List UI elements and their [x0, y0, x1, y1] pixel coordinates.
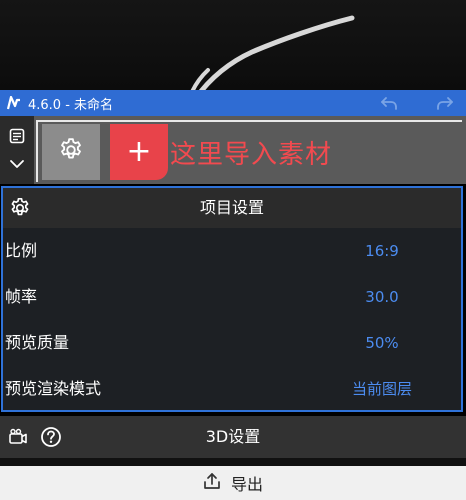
title-bar: 4.6.0 - 未命名 [0, 90, 466, 116]
export-icon [203, 472, 221, 494]
chevron-down-icon [9, 154, 25, 173]
3d-settings-bar[interactable]: 3D设置 [0, 416, 466, 458]
top-dark-area [0, 0, 466, 90]
export-label: 导出 [230, 475, 263, 494]
add-media-button[interactable]: + [110, 124, 168, 180]
setting-row-framerate[interactable]: 帧率 30.0 [3, 274, 461, 320]
toolbar: + 这里导入素材 [0, 116, 466, 184]
setting-label: 帧率 [5, 287, 38, 306]
setting-row-preview-render-mode[interactable]: 预览渲染模式 当前图层 [3, 366, 461, 412]
app-title: 4.6.0 - 未命名 [28, 97, 114, 113]
menu-toggle-button[interactable] [0, 116, 34, 184]
gear-icon [58, 137, 84, 167]
setting-label: 预览渲染模式 [5, 379, 102, 398]
3d-settings-title: 3D设置 [205, 427, 261, 446]
setting-row-ratio[interactable]: 比例 16:9 [3, 228, 461, 274]
panel-title: 项目设置 [199, 198, 264, 217]
setting-value[interactable]: 16:9 [303, 228, 461, 274]
project-settings-panel: 项目设置 比例 16:9 帧率 30.0 预览质量 50% 预览渲染模式 当前图… [1, 186, 463, 412]
undo-icon[interactable] [378, 93, 400, 113]
setting-label: 比例 [5, 241, 38, 260]
panel-header: 项目设置 [3, 188, 461, 228]
settings-button[interactable] [42, 124, 100, 180]
setting-row-preview-quality[interactable]: 预览质量 50% [3, 320, 461, 366]
setting-value[interactable]: 当前图层 [303, 366, 461, 412]
setting-label: 预览质量 [5, 333, 70, 352]
redo-icon[interactable] [434, 93, 456, 113]
divider [0, 458, 466, 466]
export-button[interactable]: 导出 [0, 466, 466, 500]
setting-value[interactable]: 50% [303, 320, 461, 366]
setting-value[interactable]: 30.0 [303, 274, 461, 320]
document-icon [9, 128, 25, 148]
app-logo-icon [6, 95, 22, 111]
import-hint-text: 这里导入素材 [170, 140, 333, 170]
